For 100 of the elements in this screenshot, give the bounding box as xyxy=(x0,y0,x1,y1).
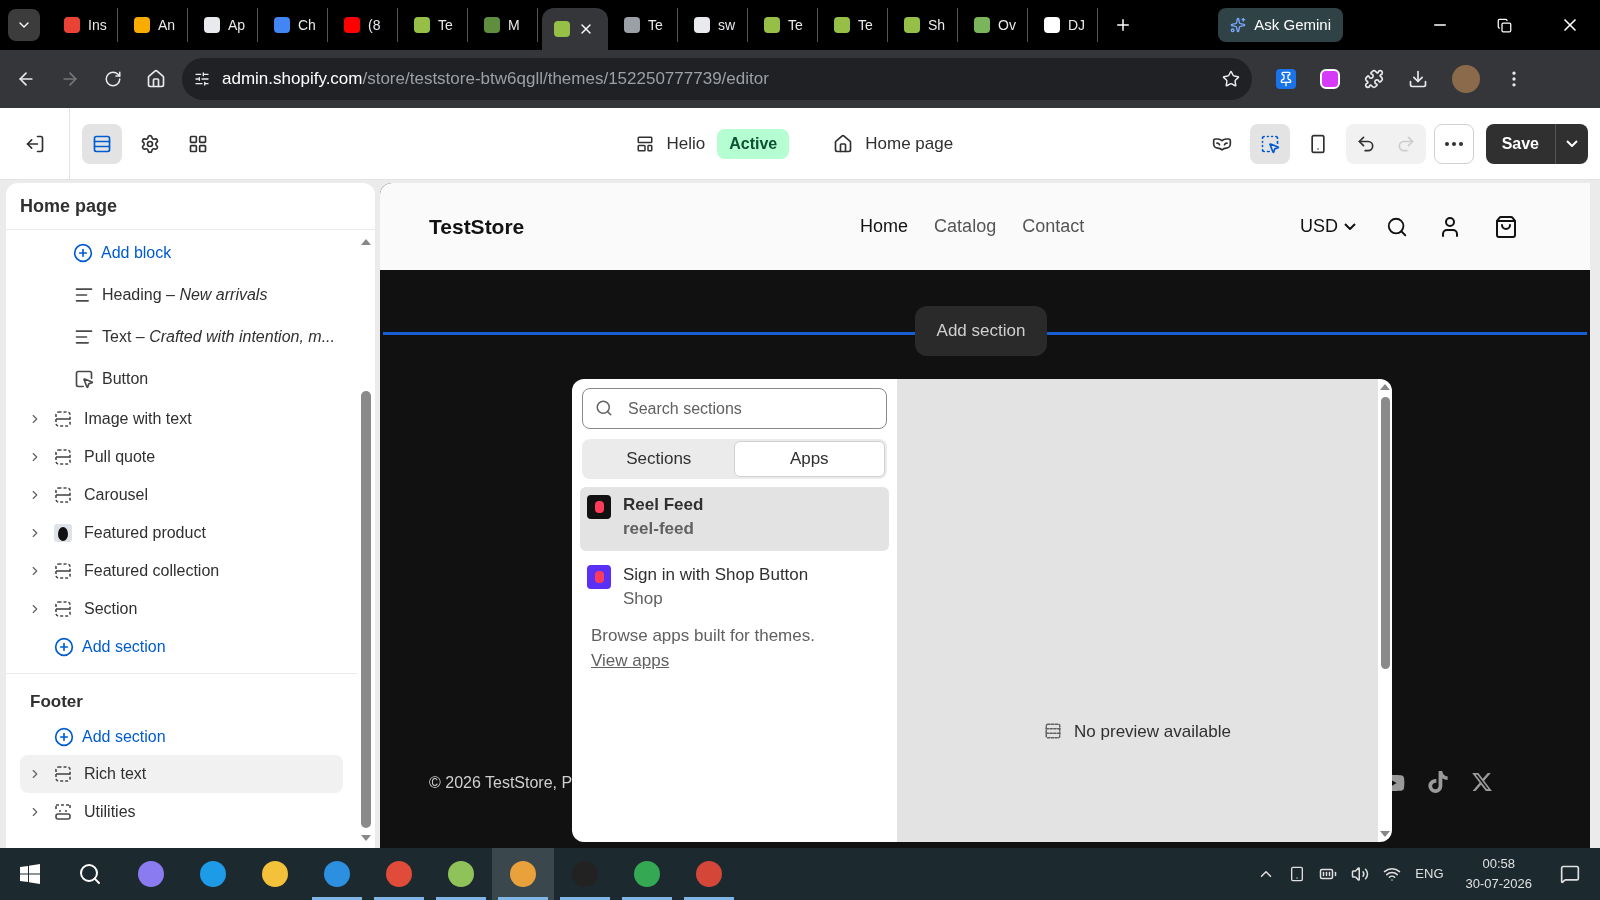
section-item[interactable]: Section xyxy=(20,590,343,628)
browser-tab[interactable]: M xyxy=(472,8,538,42)
section-icon xyxy=(1044,722,1063,740)
browser-tab[interactable] xyxy=(542,8,608,50)
cart-icon[interactable] xyxy=(1494,214,1518,239)
section-tab[interactable]: Sections xyxy=(584,441,734,477)
utilities-section-icon xyxy=(54,803,72,821)
text-block-icon xyxy=(74,327,94,347)
scrollbar-thumb[interactable] xyxy=(361,391,371,828)
scroll-up-arrow[interactable] xyxy=(360,238,372,246)
scroll-down-arrow[interactable] xyxy=(1379,830,1391,838)
download-icon[interactable] xyxy=(1408,69,1428,89)
pin-extension-icon[interactable] xyxy=(1276,69,1296,89)
address-bar[interactable]: admin.shopify.com/store/teststore-btw6qgll/themes/152250777739/editor xyxy=(182,58,1252,100)
add-section-link[interactable]: Add block xyxy=(101,241,172,265)
clock-date[interactable]: 30-07-2026 xyxy=(1465,874,1532,894)
browser-tab[interactable]: Te xyxy=(822,8,888,42)
clock-time[interactable]: 00:58 xyxy=(1482,854,1515,874)
add-section-link[interactable]: Add section xyxy=(82,724,166,749)
nav-link[interactable]: Contact xyxy=(1022,213,1085,240)
search-icon[interactable] xyxy=(78,862,102,886)
language-indicator[interactable]: ENG xyxy=(1415,864,1444,884)
page-selector[interactable]: Home page xyxy=(865,130,954,157)
browser-tab[interactable]: (8 xyxy=(332,8,398,42)
sections-tool-button[interactable] xyxy=(82,123,122,164)
section-label: Featured collection xyxy=(84,561,220,581)
home-icon[interactable] xyxy=(146,69,166,89)
notifications-icon[interactable] xyxy=(1560,864,1580,884)
tab-title: Ins xyxy=(88,15,107,35)
page-icon xyxy=(833,133,854,154)
nav-link[interactable]: Catalog xyxy=(934,213,997,240)
browser-tab[interactable]: sw xyxy=(682,8,748,42)
tab-list-button[interactable] xyxy=(8,9,40,41)
browser-tab[interactable]: Ins xyxy=(52,8,118,42)
store-logo[interactable]: TestStore xyxy=(429,210,525,243)
browser-tab[interactable]: Ch xyxy=(262,8,328,42)
profile-avatar[interactable] xyxy=(1452,65,1480,93)
section-item[interactable]: Rich text xyxy=(20,755,343,793)
device-icon[interactable] xyxy=(1289,866,1306,882)
scrollbar-thumb[interactable] xyxy=(1380,397,1390,669)
grid-plus-icon xyxy=(188,133,208,154)
browser-tab[interactable]: Te xyxy=(752,8,818,42)
add-icon[interactable] xyxy=(54,636,74,657)
section-label: Utilities xyxy=(84,802,136,822)
browser-tab[interactable]: Ap xyxy=(192,8,258,42)
app-name: Reel Feed xyxy=(623,494,704,516)
new-tab-icon[interactable] xyxy=(1114,16,1132,34)
add-icon[interactable] xyxy=(54,726,74,747)
currency-selector[interactable]: USD xyxy=(1300,213,1356,240)
ask-gemini-button[interactable]: Ask Gemini xyxy=(1218,8,1343,42)
section-item[interactable]: Utilities xyxy=(20,793,343,831)
section-item[interactable]: Carousel xyxy=(20,476,343,514)
add-section-button[interactable]: Add section xyxy=(915,306,1047,356)
search-icon[interactable] xyxy=(1386,215,1408,238)
app-handle: reel-feed xyxy=(623,518,695,540)
extensions-icon[interactable] xyxy=(1364,69,1384,89)
section-item[interactable]: Pull quote xyxy=(20,438,343,476)
block-item[interactable]: Heading – New arrivals xyxy=(102,283,268,307)
tab-title: Ap xyxy=(228,15,246,35)
search-field[interactable]: Search sections xyxy=(582,388,887,429)
scroll-up-arrow[interactable] xyxy=(1379,383,1391,391)
button-block-icon xyxy=(74,369,94,389)
view-apps-link[interactable]: View apps xyxy=(591,651,670,670)
app-item[interactable]: Reel Feed reel-feed xyxy=(580,487,889,551)
tab-title: Sh xyxy=(928,15,946,35)
section-item[interactable]: Featured product xyxy=(20,514,343,552)
volume-icon[interactable] xyxy=(1351,865,1370,883)
browser-tab[interactable]: Sh xyxy=(892,8,958,42)
tab-title: DJ xyxy=(1068,15,1086,35)
section-tab[interactable]: Apps xyxy=(733,441,885,477)
browser-tab[interactable]: Te xyxy=(612,8,678,42)
browser-tab[interactable]: DJ xyxy=(1032,8,1098,42)
app-item[interactable]: Sign in with Shop Button Shop xyxy=(580,557,889,621)
x-icon[interactable] xyxy=(1471,771,1493,793)
network-icon[interactable] xyxy=(1383,865,1402,883)
nav-link[interactable]: Home xyxy=(860,213,909,240)
add-icon[interactable] xyxy=(73,243,93,263)
more-actions-button[interactable] xyxy=(1433,123,1474,164)
restore-icon[interactable] xyxy=(1497,17,1512,33)
browser-tab[interactable]: Te xyxy=(402,8,468,42)
add-section-link[interactable]: Add section xyxy=(82,634,166,659)
section-item[interactable]: Image with text xyxy=(20,400,343,438)
inspector-button[interactable] xyxy=(1249,123,1290,164)
site-info-icon[interactable] xyxy=(194,71,210,87)
taskbar-app[interactable] xyxy=(492,848,554,900)
browser-tab[interactable]: An xyxy=(122,8,188,42)
section-item[interactable]: Featured collection xyxy=(20,552,343,590)
exit-icon[interactable] xyxy=(24,133,45,154)
tiktok-icon[interactable] xyxy=(1427,771,1449,793)
windows-start-icon[interactable] xyxy=(20,864,40,884)
bookmark-star-icon[interactable] xyxy=(1222,70,1240,88)
reload-icon[interactable] xyxy=(104,70,122,88)
tab-title: (8 xyxy=(368,15,381,35)
extension-icon[interactable] xyxy=(1320,69,1340,89)
block-item[interactable]: Button xyxy=(102,367,149,391)
block-item[interactable]: Text – Crafted with intention, m... xyxy=(102,325,335,349)
theme-name[interactable]: Helio xyxy=(666,130,706,157)
browser-tab[interactable]: Ov xyxy=(962,8,1028,42)
browse-apps-text: Browse apps built for themes. View apps xyxy=(590,625,816,672)
scroll-down-arrow[interactable] xyxy=(360,834,372,842)
